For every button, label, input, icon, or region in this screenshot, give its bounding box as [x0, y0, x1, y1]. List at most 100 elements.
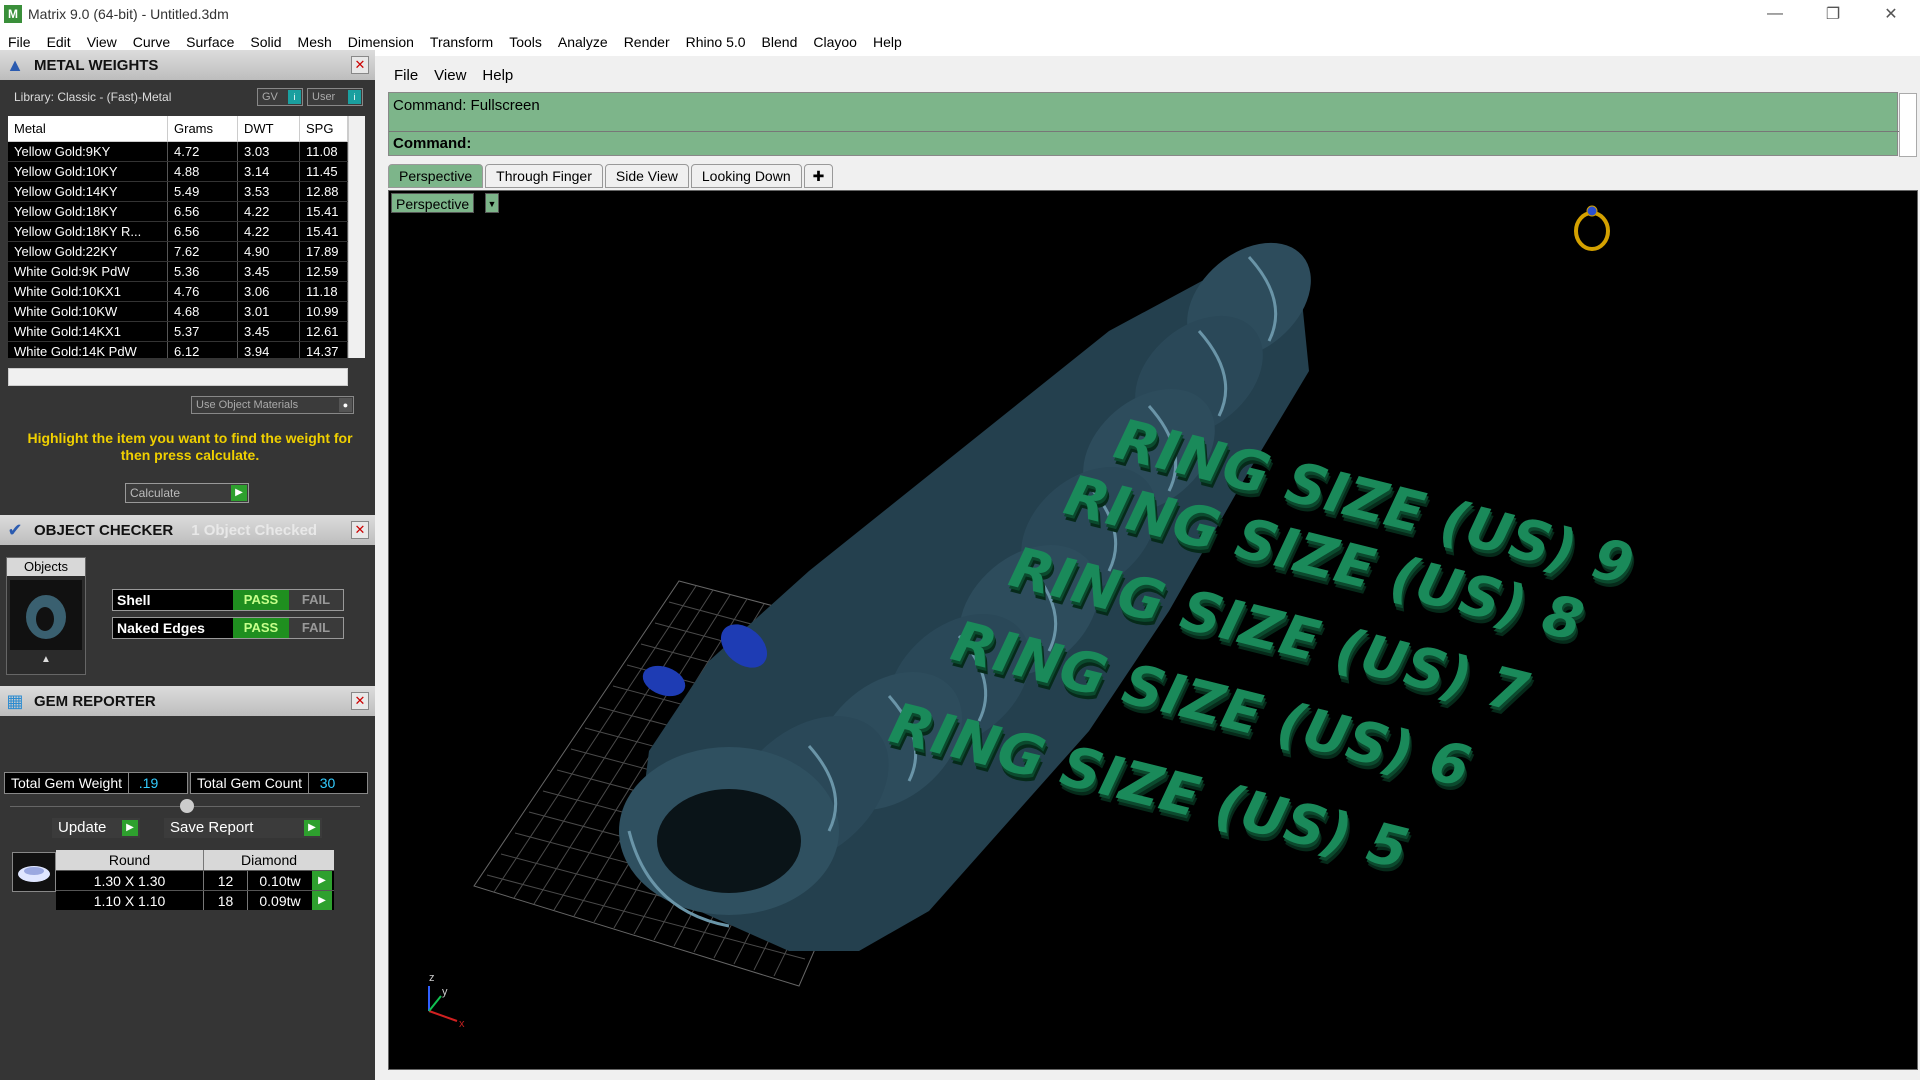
table-row[interactable]: White Gold:10KW 4.68 3.01 10.99: [8, 302, 365, 322]
metal-spg: 12.61: [300, 322, 348, 341]
metal-dwt: 3.03: [238, 142, 300, 161]
use-object-materials-toggle[interactable]: Use Object Materials ●: [191, 396, 354, 414]
metal-spg: 11.45: [300, 162, 348, 181]
col-dwt[interactable]: DWT: [238, 116, 300, 141]
metal-grams: 6.56: [168, 222, 238, 241]
metal-grams: 6.56: [168, 202, 238, 221]
viewport-menu-view[interactable]: View: [426, 67, 474, 84]
shell-fail: FAIL: [289, 590, 343, 610]
col-spg[interactable]: SPG: [300, 116, 348, 141]
close-icon[interactable]: ✕: [351, 56, 369, 74]
update-button[interactable]: Update ▶: [52, 818, 140, 838]
metal-name: Yellow Gold:18KY: [8, 202, 168, 221]
play-icon: ▶: [231, 485, 247, 501]
ring-stack[interactable]: [619, 219, 1333, 951]
total-gem-weight-value: .19: [128, 773, 169, 793]
menu-analyze[interactable]: Analyze: [550, 28, 616, 56]
metal-table-header: Metal Grams DWT SPG: [8, 116, 365, 142]
menu-help[interactable]: Help: [865, 28, 910, 56]
metal-grams: 6.12: [168, 342, 238, 358]
play-icon[interactable]: ▶: [312, 891, 332, 910]
object-thumbnail[interactable]: [10, 580, 82, 650]
gem-weight: 0.10tw: [259, 873, 301, 889]
ring-gumball-icon[interactable]: [1574, 205, 1610, 251]
table-row[interactable]: 1.30 X 1.30 12 0.10tw ▶: [56, 870, 334, 890]
table-row[interactable]: White Gold:14KX1 5.37 3.45 12.61: [8, 322, 365, 342]
metal-name: White Gold:9K PdW: [8, 262, 168, 281]
tab-through-finger[interactable]: Through Finger: [485, 164, 603, 188]
table-row[interactable]: White Gold:14K PdW 6.12 3.94 14.37: [8, 342, 365, 358]
metal-spg: 11.08: [300, 142, 348, 161]
menu-rhino[interactable]: Rhino 5.0: [678, 28, 754, 56]
table-row[interactable]: Yellow Gold:22KY 7.62 4.90 17.89: [8, 242, 365, 262]
update-label: Update: [58, 819, 107, 836]
metal-grams: 5.36: [168, 262, 238, 281]
left-panel: ▲ METAL WEIGHTS ✕ Library: Classic - (Fa…: [0, 50, 375, 1080]
object-checker-status: 1 Object Checked: [191, 521, 318, 539]
metal-dwt: 3.45: [238, 322, 300, 341]
gem-thumbnail[interactable]: [12, 852, 56, 892]
menu-clayoo[interactable]: Clayoo: [805, 28, 865, 56]
axis-z-label: z: [429, 972, 435, 984]
calculate-button[interactable]: Calculate ▶: [125, 483, 249, 503]
shell-pass: PASS: [233, 590, 289, 610]
metal-spg: 12.88: [300, 182, 348, 201]
collapse-arrow-icon[interactable]: ▲: [7, 654, 85, 665]
table-row[interactable]: White Gold:9K PdW 5.36 3.45 12.59: [8, 262, 365, 282]
close-icon[interactable]: ✕: [351, 692, 369, 710]
menu-transform[interactable]: Transform: [422, 28, 501, 56]
splitter-handle[interactable]: [180, 799, 194, 813]
object-checker-header: ✔ OBJECT CHECKER 1 Object Checked ✕: [0, 515, 375, 545]
tab-perspective[interactable]: Perspective: [388, 164, 484, 188]
user-button[interactable]: User i: [307, 88, 363, 106]
metal-dwt: 4.22: [238, 222, 300, 241]
table-row[interactable]: Yellow Gold:14KY 5.49 3.53 12.88: [8, 182, 365, 202]
tab-looking-down[interactable]: Looking Down: [690, 164, 802, 188]
table-row[interactable]: Yellow Gold:10KY 4.88 3.14 11.45: [8, 162, 365, 182]
metal-grams: 5.37: [168, 322, 238, 341]
menu-tools[interactable]: Tools: [501, 28, 550, 56]
col-metal[interactable]: Metal: [8, 116, 168, 141]
close-icon[interactable]: ✕: [351, 521, 369, 539]
command-line[interactable]: Command:: [389, 131, 1899, 155]
gv-button[interactable]: GV i: [257, 88, 303, 106]
play-icon[interactable]: ▶: [312, 871, 332, 890]
diamond-icon: [18, 866, 50, 882]
restore-icon[interactable]: ❐: [1804, 0, 1862, 28]
viewport-menu-help[interactable]: Help: [474, 67, 521, 84]
table-row[interactable]: Yellow Gold:18KY R... 6.56 4.22 15.41: [8, 222, 365, 242]
table-row[interactable]: 1.10 X 1.10 18 0.09tw ▶: [56, 890, 334, 910]
objects-box[interactable]: Objects ▲: [6, 557, 86, 675]
col-grams[interactable]: Grams: [168, 116, 238, 141]
gem-pave-blue: [642, 665, 686, 697]
shell-label: Shell: [117, 592, 151, 608]
col-round: Round: [56, 850, 204, 870]
viewport-menu-file[interactable]: File: [386, 67, 426, 84]
naked-edges-pass: PASS: [233, 618, 289, 638]
user-label: User: [312, 91, 336, 103]
play-icon: ▶: [122, 820, 138, 836]
settings-icon: ●: [339, 398, 352, 412]
metal-table[interactable]: Metal Grams DWT SPG Yellow Gold:9KY 4.72 3…: [8, 116, 365, 358]
metal-name: Yellow Gold:9KY: [8, 142, 168, 161]
menu-blend[interactable]: Blend: [754, 28, 806, 56]
add-tab-icon[interactable]: ✚: [803, 164, 834, 188]
tab-side-view[interactable]: Side View: [604, 164, 689, 188]
table-row[interactable]: White Gold:10KX1 4.76 3.06 11.18: [8, 282, 365, 302]
viewport-area: File View Help Command: Fullscreen Comma…: [376, 56, 1920, 1080]
metal-dwt: 4.22: [238, 202, 300, 221]
save-report-label: Save Report: [170, 819, 254, 836]
metal-weights-icon: ▲: [6, 54, 24, 75]
table-row[interactable]: Yellow Gold:9KY 4.72 3.03 11.08: [8, 142, 365, 162]
table-row[interactable]: Yellow Gold:18KY 6.56 4.22 15.41: [8, 202, 365, 222]
menu-render[interactable]: Render: [616, 28, 678, 56]
metal-grams: 7.62: [168, 242, 238, 261]
minimize-icon[interactable]: —: [1746, 0, 1804, 28]
save-report-button[interactable]: Save Report ▶: [164, 818, 322, 838]
command-scrollbar[interactable]: [1899, 93, 1917, 157]
info-icon: i: [348, 90, 361, 104]
perspective-viewport[interactable]: Perspective ▼ z y x RING SIZE (US) 9 RIN…: [388, 190, 1918, 1070]
vertical-scrollbar[interactable]: [348, 116, 365, 358]
close-icon[interactable]: ✕: [1862, 0, 1920, 28]
horizontal-scrollbar[interactable]: [8, 368, 348, 386]
